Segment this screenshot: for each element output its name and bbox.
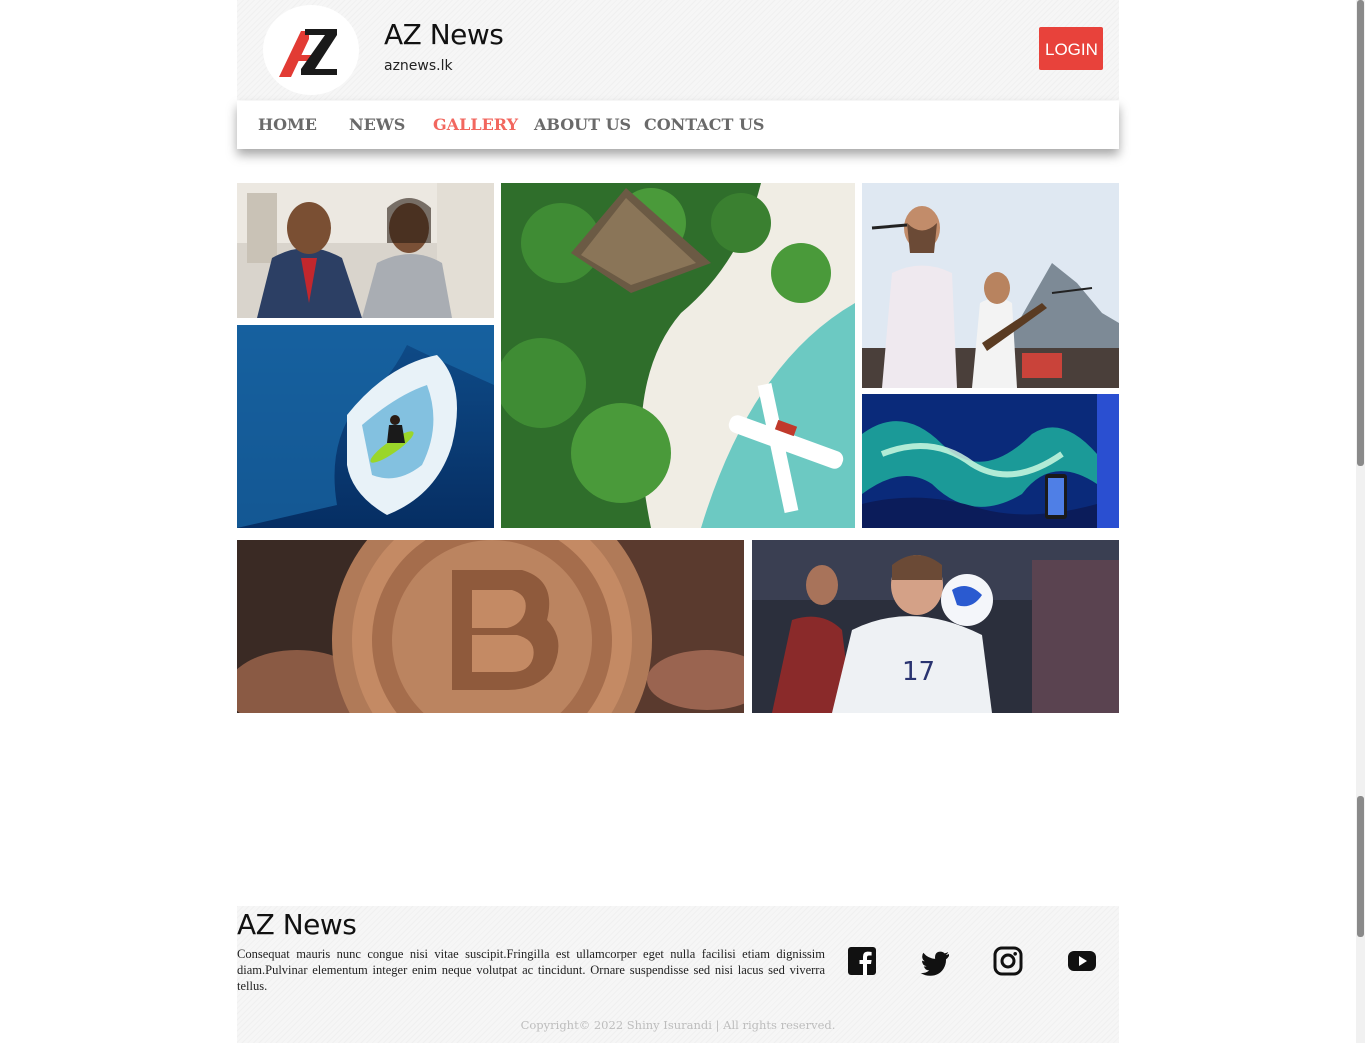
football-player-photo[interactable]: 17	[752, 540, 1119, 713]
main-nav: HOME NEWS GALLERY ABOUT US CONTACT US	[237, 101, 1119, 149]
site-footer: AZ News Consequat mauris nunc congue nis…	[237, 906, 1119, 1043]
nav-item-gallery[interactable]: GALLERY	[433, 101, 518, 149]
page-scrollbar[interactable]	[1356, 0, 1365, 1043]
scrollbar-thumb-lower[interactable]	[1357, 796, 1364, 937]
login-button[interactable]: LOGIN	[1039, 27, 1103, 70]
logo[interactable]	[263, 5, 359, 95]
site-domain: aznews.lk	[384, 58, 453, 74]
facebook-icon[interactable]	[847, 946, 877, 976]
nav-item-home[interactable]: HOME	[258, 101, 317, 149]
footer-description: Consequat mauris nunc congue nisi vitae …	[237, 947, 825, 993]
footer-title: AZ News	[237, 908, 357, 941]
business-couple-photo[interactable]	[237, 183, 494, 318]
nav-item-contact-us[interactable]: CONTACT US	[644, 101, 764, 149]
concert-band-photo[interactable]	[862, 183, 1119, 388]
nav-item-about-us[interactable]: ABOUT US	[534, 101, 631, 149]
tropical-island-seaplane-photo[interactable]	[501, 183, 855, 528]
copyright-text: Copyright© 2022 Shiny Isurandi | All rig…	[520, 1018, 836, 1032]
surfer-wave-photo[interactable]	[237, 325, 494, 528]
scrollbar-thumb[interactable]	[1357, 0, 1364, 466]
svg-text:17: 17	[902, 657, 935, 687]
site-title: AZ News	[384, 18, 504, 51]
youtube-icon[interactable]	[1067, 946, 1097, 976]
twitter-icon[interactable]	[920, 948, 950, 978]
az-logo-icon	[279, 29, 337, 77]
instagram-icon[interactable]	[993, 946, 1023, 976]
nav-item-news[interactable]: NEWS	[349, 101, 405, 149]
site-header: AZ News aznews.lk LOGIN	[237, 0, 1119, 100]
monitor-abstract-art-photo[interactable]	[862, 394, 1119, 528]
bitcoin-coin-photo[interactable]	[237, 540, 744, 713]
